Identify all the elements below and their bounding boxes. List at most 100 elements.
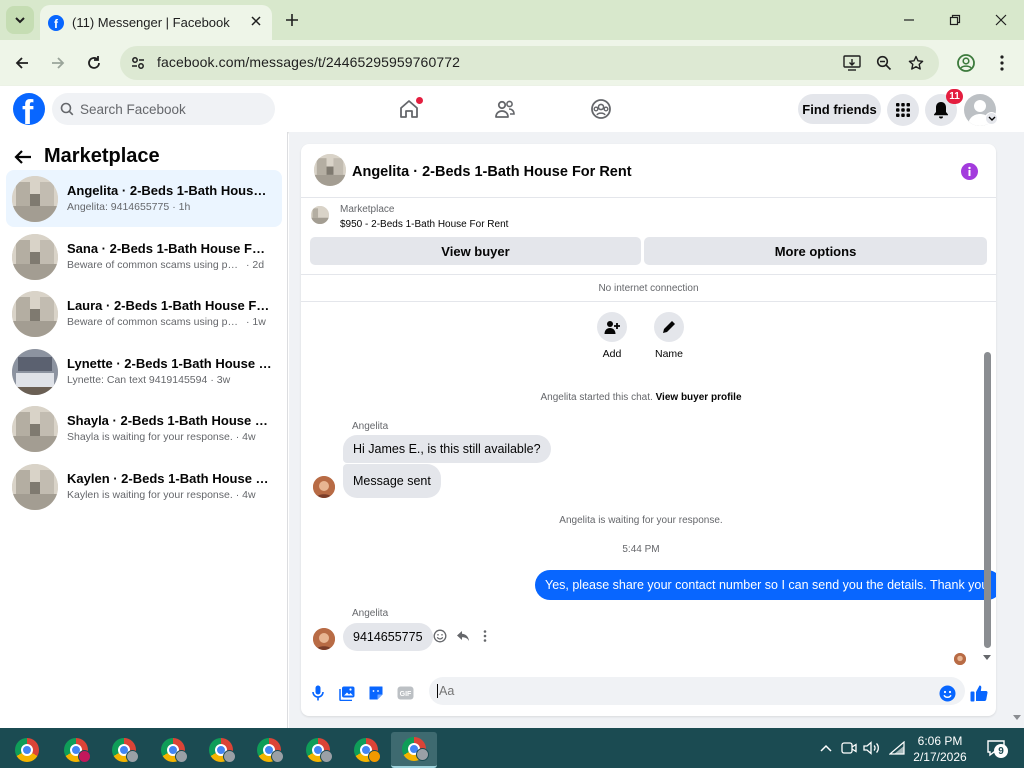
conversation-item[interactable]: Sana · 2-Beds 1-Bath House For Rent Bewa…: [6, 228, 282, 285]
taskbar-chrome-profile[interactable]: [298, 732, 338, 768]
back-arrow-icon[interactable]: [14, 149, 32, 165]
connection-status: No internet connection: [301, 274, 996, 302]
grid-menu-icon: [896, 103, 910, 117]
taskbar-chrome-profile[interactable]: [56, 732, 96, 768]
restore-button[interactable]: [941, 6, 969, 34]
incoming-message[interactable]: 9414655775: [343, 623, 433, 651]
chat-listing-thumbnail[interactable]: [314, 154, 346, 186]
url-text[interactable]: facebook.com/messages/t/2446529595976077…: [157, 54, 460, 70]
browser-tab-messenger[interactable]: f (11) Messenger | Facebook: [40, 5, 272, 40]
text-caret: [437, 684, 438, 698]
microphone-icon: [312, 685, 324, 701]
send-like-button[interactable]: [969, 683, 989, 703]
taskbar-chrome-app[interactable]: [7, 732, 47, 768]
scroll-down-arrow-icon[interactable]: [982, 654, 992, 661]
listing-thumbnail: [12, 176, 58, 222]
angelita-avatar[interactable]: [313, 476, 335, 498]
site-info-button[interactable]: [128, 53, 148, 73]
conversation-item[interactable]: Angelita · 2-Beds 1-Bath House For Rent …: [6, 170, 282, 227]
tray-volume[interactable]: [862, 738, 882, 758]
chat-title[interactable]: Angelita · 2-Beds 1-Bath House For Rent: [352, 164, 632, 180]
conversation-item[interactable]: Shayla · 2-Beds 1-Bath House For Rent Sh…: [6, 400, 282, 457]
angelita-avatar[interactable]: [313, 628, 335, 650]
taskbar-chrome-profile[interactable]: [153, 732, 193, 768]
taskbar-chrome-profile[interactable]: [249, 732, 289, 768]
taskbar-chrome-profile[interactable]: [346, 732, 386, 768]
search-icon: [60, 102, 74, 116]
house-photo-icon: [314, 154, 346, 186]
facebook-logo[interactable]: f: [13, 93, 45, 125]
restore-icon: [949, 14, 961, 26]
gif-button[interactable]: GIF: [395, 683, 415, 703]
tab-close-button[interactable]: [248, 13, 264, 29]
groups-nav-button[interactable]: [588, 96, 614, 122]
minimize-button[interactable]: [895, 6, 923, 34]
outgoing-message[interactable]: Yes, please share your contact number so…: [535, 570, 996, 600]
taskbar-chrome-profile[interactable]: [201, 732, 241, 768]
marketplace-header: Marketplace: [14, 145, 160, 168]
listing-price-title[interactable]: $950 - 2-Beds 1-Bath House For Rent: [340, 219, 508, 230]
attach-file-button[interactable]: [337, 683, 357, 703]
forward-button[interactable]: [44, 49, 72, 77]
zoom-button[interactable]: [874, 53, 894, 73]
address-bar[interactable]: facebook.com/messages/t/2446529595976077…: [120, 46, 939, 80]
incoming-message[interactable]: Hi James E., is this still available?: [343, 435, 551, 463]
chevron-up-icon: [820, 744, 832, 752]
taskbar-chrome-active[interactable]: [391, 732, 437, 768]
house-photo-icon: [12, 176, 58, 222]
bookmark-button[interactable]: [906, 53, 926, 73]
notification-center-button[interactable]: 9: [984, 736, 1008, 760]
chat-started-text: Angelita started this chat.: [540, 392, 653, 403]
smiley-icon: [433, 629, 447, 643]
conversation-item[interactable]: Lynette · 2-Beds 1-Bath House For Rent L…: [6, 343, 282, 400]
reply-button[interactable]: [455, 628, 471, 644]
search-facebook-input[interactable]: Search Facebook: [52, 93, 275, 125]
page-scroll-down-arrow-icon[interactable]: [1012, 714, 1022, 721]
account-menu-chevron[interactable]: [985, 112, 998, 125]
taskbar-chrome-profile[interactable]: [104, 732, 144, 768]
chevron-down-icon: [988, 116, 995, 121]
add-person-button[interactable]: [597, 312, 627, 342]
system-clock[interactable]: 6:06 PM 2/17/2026: [908, 733, 972, 765]
conversation-item[interactable]: Kaylen · 2-Beds 1-Bath House For Rent Ka…: [6, 458, 282, 515]
view-buyer-button[interactable]: View buyer: [310, 237, 641, 265]
message-input[interactable]: [429, 677, 965, 705]
view-buyer-profile-link[interactable]: View buyer profile: [656, 392, 742, 403]
sticker-button[interactable]: [366, 683, 386, 703]
gif-icon: GIF: [397, 686, 413, 700]
find-friends-button[interactable]: Find friends: [798, 94, 881, 124]
profile-badge-icon: [78, 750, 91, 763]
zoom-out-icon: [876, 55, 892, 71]
close-window-button[interactable]: [987, 6, 1015, 34]
incoming-message[interactable]: Message sent: [343, 464, 441, 498]
emoji-button[interactable]: [937, 683, 957, 703]
house-photo-icon: [12, 291, 58, 337]
new-tab-button[interactable]: [282, 10, 302, 30]
tray-meet-now[interactable]: [839, 738, 859, 758]
edit-name-button[interactable]: [654, 312, 684, 342]
profile-button[interactable]: [952, 49, 980, 77]
voice-clip-button[interactable]: [308, 683, 328, 703]
facebook-favicon-icon: f: [48, 14, 64, 31]
info-icon: [968, 166, 971, 176]
profile-badge-icon: [416, 748, 429, 761]
more-options-button[interactable]: More options: [644, 237, 987, 265]
chat-scrollbar[interactable]: [984, 352, 991, 648]
menu-button[interactable]: [887, 94, 919, 126]
install-app-button[interactable]: [842, 53, 862, 73]
tab-search-button[interactable]: [6, 6, 34, 34]
react-button[interactable]: [432, 628, 448, 644]
back-button[interactable]: [8, 49, 36, 77]
name-chat-action[interactable]: Name: [644, 312, 694, 360]
chevron-down-icon: [15, 17, 25, 24]
friends-nav-button[interactable]: [492, 96, 518, 122]
conversation-info-button[interactable]: [961, 163, 978, 180]
conversation-item[interactable]: Laura · 2-Beds 1-Bath House For Rent Bew…: [6, 285, 282, 342]
add-people-action[interactable]: Add: [587, 312, 637, 360]
tray-network[interactable]: [887, 738, 907, 758]
chrome-menu-button[interactable]: [988, 49, 1016, 77]
reload-button[interactable]: [80, 49, 108, 77]
show-hidden-icons-button[interactable]: [816, 738, 836, 758]
waiting-notice: Angelita is waiting for your response.: [559, 515, 723, 526]
message-more-button[interactable]: [477, 628, 493, 644]
